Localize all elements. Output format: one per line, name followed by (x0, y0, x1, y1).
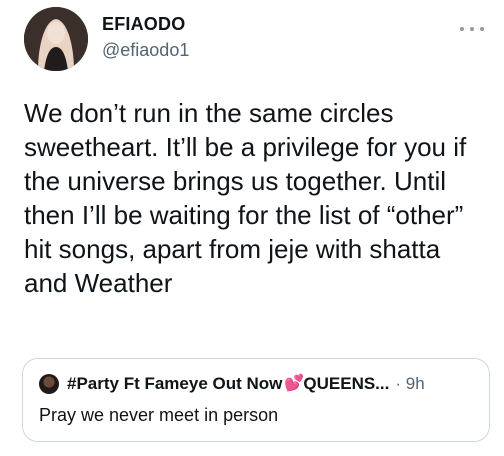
quoted-tweet-header: #Party Ft Fameye Out Now 💕 QUEENS... · 9… (39, 373, 425, 395)
more-dot (470, 27, 474, 31)
tweet-text-line: hit songs, apart from jeje with shatta (24, 234, 441, 264)
more-horizontal-icon[interactable] (460, 24, 484, 34)
tweet-text-line: We don’t run in the same circles (24, 98, 394, 128)
more-dot (480, 27, 484, 31)
quoted-tweet-card[interactable]: #Party Ft Fameye Out Now 💕 QUEENS... · 9… (22, 358, 490, 442)
tweet-text-line: sweetheart. It’ll be a privilege for you… (24, 132, 467, 162)
tweet-text-line: the universe brings us together. Until (24, 166, 447, 196)
quoted-author-avatar[interactable] (39, 374, 59, 394)
tweet-text-line: then I’ll be waiting for the list of “ot… (24, 200, 464, 230)
tweet-card: EFIAODO @efiaodo1 We don’t run in the sa… (0, 0, 504, 456)
tweet-text-line: and Weather (24, 268, 173, 298)
author-handle[interactable]: @efiaodo1 (102, 40, 189, 61)
heart-emoji-icon: 💕 (284, 375, 305, 392)
tweet-text: We don’t run in the same circles sweethe… (24, 96, 494, 300)
quoted-author-name[interactable]: #Party Ft Fameye Out Now (67, 374, 282, 394)
more-dot (460, 27, 464, 31)
author-name[interactable]: EFIAODO (102, 14, 185, 35)
quoted-tweet-time[interactable]: · 9h (395, 374, 424, 394)
quoted-tweet-text: Pray we never meet in person (39, 405, 279, 425)
author-avatar[interactable] (24, 7, 88, 71)
quoted-author-name-suffix[interactable]: QUEENS... (303, 374, 389, 394)
